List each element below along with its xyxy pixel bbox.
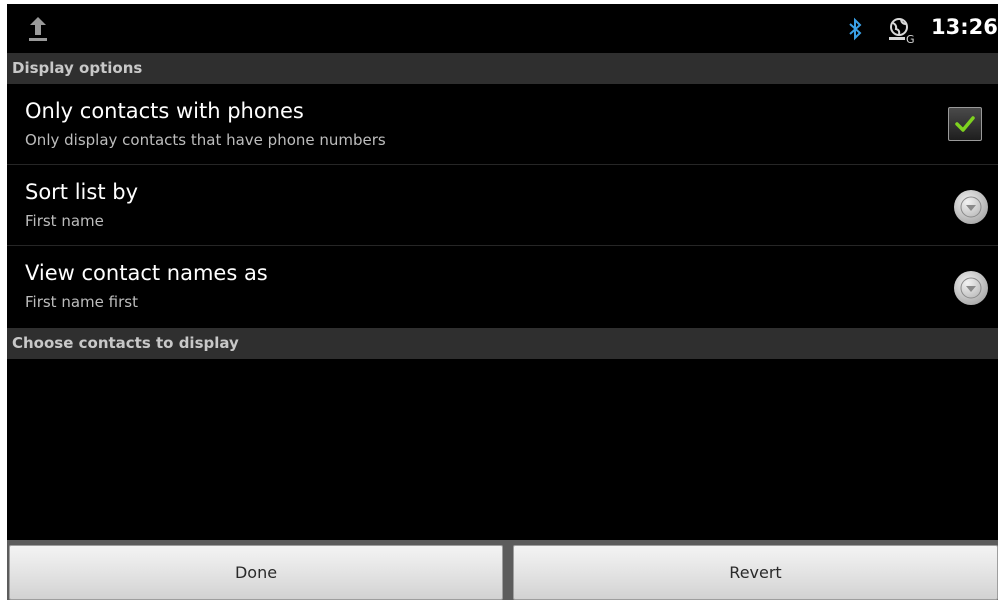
- pref-title: Only contacts with phones: [25, 99, 304, 123]
- pref-sort-list-by[interactable]: Sort list by First name: [7, 165, 998, 246]
- pref-summary: Only display contacts that have phone nu…: [25, 131, 386, 149]
- status-clock: 13:26: [931, 15, 998, 39]
- contacts-list: [7, 359, 998, 540]
- sync-icon: G: [887, 16, 919, 46]
- checkmark-icon: [955, 116, 975, 132]
- done-button[interactable]: Done: [9, 545, 503, 600]
- revert-button[interactable]: Revert: [513, 545, 998, 600]
- svg-text:G: G: [906, 33, 915, 44]
- pref-title: View contact names as: [25, 261, 268, 285]
- button-bar: Done Revert: [7, 540, 998, 600]
- chevron-down-icon[interactable]: [953, 189, 989, 225]
- status-bar: G 13:26: [7, 4, 998, 53]
- pref-title: Sort list by: [25, 180, 138, 204]
- chevron-down-icon[interactable]: [953, 270, 989, 306]
- pref-summary: First name first: [25, 293, 138, 311]
- pref-view-contact-names-as[interactable]: View contact names as First name first: [7, 246, 998, 328]
- upload-icon: [26, 16, 50, 42]
- section-header-display-options: Display options: [7, 53, 998, 84]
- section-header-choose-contacts: Choose contacts to display: [7, 328, 998, 359]
- pref-only-contacts-with-phones[interactable]: Only contacts with phones Only display c…: [7, 84, 998, 165]
- phones-checkbox[interactable]: [948, 107, 982, 141]
- bluetooth-icon: [847, 17, 863, 41]
- pref-summary: First name: [25, 212, 104, 230]
- screen: G 13:26 Display options Only contacts wi…: [7, 4, 998, 600]
